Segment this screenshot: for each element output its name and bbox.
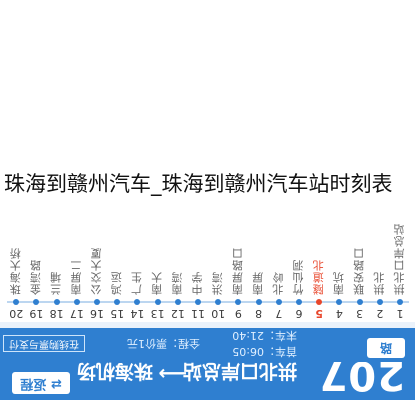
stop-dot-icon — [73, 299, 80, 305]
reverse-direction-button[interactable]: ⇄ 返程 — [12, 372, 70, 394]
stop-dot-icon — [356, 299, 363, 305]
stop-name: 鸿运 — [110, 271, 124, 295]
stop-list: 1 拱北口岸总站 2 拱北 3 联安路口 4 南坑 5 隧道北 6 竹仙洞 7 北岭 8 南屏 9 南屏路口 10 洪… — [4, 0, 409, 320]
stop-item[interactable]: 2 拱北 — [371, 0, 389, 320]
stop-item[interactable]: 11 中学 — [189, 0, 207, 320]
stop-name: 隧道北 — [312, 259, 326, 295]
stop-item[interactable]: 15 鸿运 — [108, 0, 126, 320]
origin-stop: 拱北口岸总站 — [182, 360, 297, 382]
stop-dot-icon — [134, 299, 141, 305]
stop-name: 南屏二 — [69, 259, 83, 295]
stop-item[interactable]: 3 联安路口 — [351, 0, 369, 320]
stop-number: 4 — [335, 307, 343, 320]
stop-number: 6 — [295, 307, 303, 320]
stop-item[interactable]: 18 兰埔 — [48, 0, 66, 320]
stop-name: 珠海大桥 — [9, 247, 23, 295]
stop-name: 广生 — [130, 271, 144, 295]
arrow-right-icon: ⟶ — [158, 362, 187, 386]
stop-dot-icon — [215, 299, 222, 305]
stop-item[interactable]: 12 南湾 — [169, 0, 187, 320]
stop-dot-icon — [296, 299, 302, 305]
stop-name: 南屏路口 — [231, 247, 245, 295]
stop-dot-icon — [174, 299, 181, 305]
stop-dot-icon — [235, 299, 242, 305]
stop-item[interactable]: 9 南屏路口 — [229, 0, 247, 320]
stop-number: 13 — [150, 307, 165, 320]
stop-name: 北岭 — [271, 271, 285, 295]
stop-name: 南湾 — [170, 271, 184, 295]
stop-dot-icon — [13, 299, 20, 305]
last-bus-time: 末车：21:40 — [232, 329, 297, 342]
fare-info: 全程：票价1元 — [127, 337, 200, 350]
stop-name: 公交大厦 — [90, 247, 103, 295]
stop-item[interactable]: 13 南大 — [149, 0, 167, 320]
stop-item[interactable]: 8 南屏 — [250, 0, 268, 320]
stop-number: 9 — [234, 307, 242, 320]
caption-overlay: 珠海到赣州汽车_珠海到赣州汽车站时刻表 — [4, 172, 393, 196]
stop-number: 10 — [211, 307, 226, 320]
stop-dot-icon — [336, 299, 343, 305]
stop-item[interactable]: 10 洪湾 — [209, 0, 227, 320]
stop-dot-icon — [53, 299, 60, 305]
stop-name: 南屏 — [251, 271, 265, 295]
stop-item[interactable]: 6 竹仙洞 — [290, 0, 308, 320]
stop-item[interactable]: 16 公交大厦 — [88, 0, 106, 320]
stop-number: 16 — [90, 307, 104, 320]
stop-name: 竹仙洞 — [292, 259, 305, 295]
stop-name: 金湾路 — [29, 259, 43, 295]
stop-number: 15 — [110, 307, 125, 320]
buy-ticket-button[interactable]: 在线购票与支付 — [3, 335, 85, 352]
stop-dot-icon — [33, 299, 40, 305]
stop-name: 拱北口岸总站 — [393, 223, 406, 295]
stop-dot-icon — [376, 299, 383, 305]
stop-dot-icon — [195, 299, 201, 305]
stop-dot-icon — [154, 299, 161, 305]
stop-number: 18 — [49, 307, 64, 320]
stop-name: 兰埔 — [49, 271, 63, 295]
divider — [0, 322, 415, 328]
stop-number: 11 — [191, 307, 205, 320]
stop-item[interactable]: 7 北岭 — [270, 0, 288, 320]
stop-name: 拱北 — [372, 271, 386, 295]
stop-name: 南大 — [150, 271, 164, 295]
stop-number: 1 — [396, 307, 404, 320]
stop-item[interactable]: 19 金湾路 — [27, 0, 45, 320]
destination-stop: 珠海机场 — [76, 360, 153, 382]
stop-name: 洪湾 — [211, 271, 225, 295]
stop-item[interactable]: 17 南屏二 — [68, 0, 86, 320]
stop-dot-icon — [114, 299, 121, 305]
stop-dot-icon — [397, 299, 403, 305]
bus-route-screen: 20 7 拱北口岸总站 ⟶ 珠海机场 ⇄ 返程 首车：06:05 末车：21:40… — [0, 0, 415, 400]
stop-number: 20 — [9, 307, 24, 320]
stop-number: 14 — [130, 307, 145, 320]
stop-item[interactable]: 4 南坑 — [330, 0, 348, 320]
stop-number: 19 — [29, 307, 44, 320]
stop-dot-icon — [255, 299, 262, 305]
stop-item[interactable]: 20 珠海大桥 — [7, 0, 25, 320]
stop-dot-icon — [316, 299, 323, 305]
route-tag: 路 — [367, 338, 405, 358]
stop-number: 7 — [275, 307, 283, 320]
stop-name: 南坑 — [332, 271, 346, 295]
stop-item[interactable]: 1 拱北口岸总站 — [391, 0, 409, 320]
stop-number: 12 — [170, 307, 185, 320]
stop-number: 8 — [255, 307, 263, 320]
stop-item[interactable]: 14 广生 — [128, 0, 146, 320]
first-bus-time: 首车：06:05 — [232, 345, 297, 358]
stop-dot-icon — [275, 299, 282, 305]
stop-number: 17 — [69, 307, 84, 320]
stop-dot-icon — [94, 299, 100, 305]
stop-number: 5 — [315, 307, 324, 320]
stop-name: 联安路口 — [352, 247, 366, 295]
stop-number: 3 — [356, 307, 364, 320]
stop-item[interactable]: 5 隧道北 — [310, 0, 328, 320]
stop-number: 2 — [376, 307, 384, 320]
stop-name: 中学 — [191, 271, 204, 295]
route-info-bar: 首车：06:05 末车：21:40 全程：票价1元 在线购票与支付 — [0, 328, 415, 362]
